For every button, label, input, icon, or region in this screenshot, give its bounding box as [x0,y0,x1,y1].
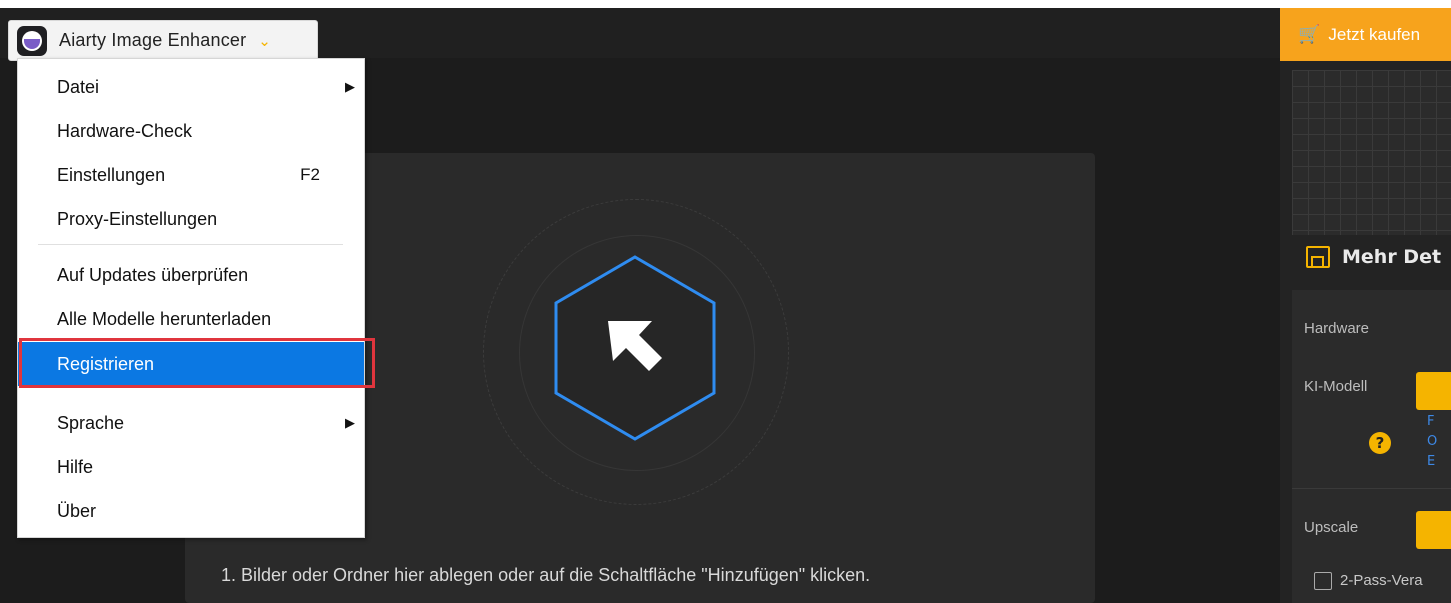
app-title: Aiarty Image Enhancer [59,30,247,50]
menu-item-label: Über [57,500,97,521]
upscale-label: Upscale [1304,519,1359,536]
cart-icon: 🛒 [1298,24,1321,45]
menu-item-label: Auf Updates überprüfen [57,264,249,285]
question-icon[interactable]: ? [1369,432,1391,454]
two-pass-label: 2-Pass-Vera [1340,572,1423,589]
menu-item-hilfe[interactable]: Hilfe [18,445,364,489]
divider [1292,488,1451,489]
menu-item-ueber[interactable]: Über [18,489,364,533]
model-select-button[interactable] [1416,372,1451,410]
menu-item-sprache[interactable]: Sprache ▶ [18,401,364,445]
app-dropdown-menu: Datei ▶ Hardware-Check Einstellungen F2 … [17,58,365,538]
upscale-select-button[interactable] [1416,511,1451,549]
menu-item-label: Proxy-Einstellungen [57,208,218,229]
menu-separator [38,244,343,245]
buy-now-label: Jetzt kaufen [1328,24,1421,44]
chevron-down-icon: ⌄ [258,31,271,50]
app-window: Aiarty Image Enhancer ⌄ 1. Bilder oder O… [0,0,1451,603]
menu-item-label: Hilfe [57,456,94,477]
resize-icon [1306,246,1330,268]
details-title: Mehr Det [1342,246,1442,268]
menu-item-download-models[interactable]: Alle Modelle herunterladen [18,297,364,341]
submenu-arrow-icon: ▶ [345,79,355,94]
menu-item-datei[interactable]: Datei ▶ [18,65,364,109]
menu-item-label: Sprache [57,412,125,433]
menu-item-updates[interactable]: Auf Updates überprüfen [18,253,364,297]
aiarty-logo-icon [17,25,47,56]
menu-item-hardware-check[interactable]: Hardware-Check [18,109,364,153]
menu-item-label: Datei [57,76,100,97]
menu-item-label: Einstellungen [57,164,166,185]
submenu-arrow-icon: ▶ [345,415,355,430]
top-edge [0,0,1451,8]
menu-item-label: Hardware-Check [57,120,193,141]
model-label: KI-Modell [1304,378,1368,395]
menu-item-proxy-einstellungen[interactable]: Proxy-Einstellungen [18,197,364,241]
hardware-label: Hardware [1304,320,1370,337]
model-link[interactable]: F [1427,414,1434,429]
shortcut-label: F2 [300,165,320,184]
drop-hint-text: 1. Bilder oder Ordner hier ablegen oder … [221,565,871,585]
model-link[interactable]: O [1427,434,1437,449]
titlebar: Aiarty Image Enhancer ⌄ [0,8,1280,61]
add-images-button[interactable] [540,243,730,463]
highlight-box [19,338,375,388]
details-header: Mehr Det [1306,246,1441,268]
two-pass-checkbox[interactable] [1314,572,1332,590]
menu-item-einstellungen[interactable]: Einstellungen F2 [18,153,364,197]
menu-item-label: Alle Modelle herunterladen [57,308,272,329]
app-menu-button[interactable]: Aiarty Image Enhancer ⌄ [8,20,318,61]
buy-now-button[interactable]: 🛒 Jetzt kaufen [1280,8,1451,61]
preview-grid [1292,70,1451,235]
model-link[interactable]: E [1427,454,1435,469]
